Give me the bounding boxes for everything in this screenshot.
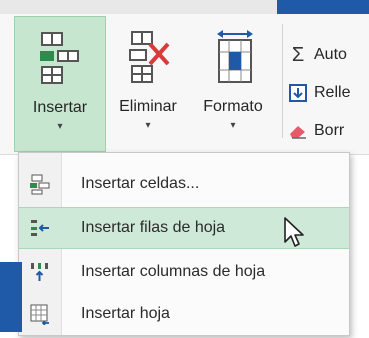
insert-cells-icon [40, 32, 79, 84]
autosum-icon: Σ [291, 43, 305, 66]
insert-sheet-icon [19, 293, 61, 335]
fill-label: Relle [314, 84, 351, 101]
fill-icon [288, 83, 308, 103]
menu-item-label: Insertar filas de hoja [81, 219, 226, 236]
chevron-down-icon: ▾ [145, 120, 151, 131]
format-button-label: Formato [203, 98, 263, 115]
insert-button[interactable]: Insertar ▾ [14, 16, 106, 152]
menu-item-label: Insertar celdas... [81, 175, 200, 192]
top-blue-bar [277, 0, 369, 14]
menu-item-label: Insertar columnas de hoja [81, 263, 266, 280]
clear-button[interactable]: Borr [288, 118, 344, 144]
sheet-edge-blue-block [0, 262, 22, 332]
chevron-down-icon: ▾ [230, 120, 236, 131]
insert-columns-icon [19, 251, 61, 293]
clear-icon [288, 121, 308, 141]
mouse-cursor-icon [284, 217, 304, 247]
insert-rows-icon [19, 207, 61, 249]
menu-item-insert-columns[interactable]: Insertar columnas de hoja [19, 251, 349, 293]
format-cells-icon [217, 30, 253, 83]
chevron-down-icon: ▾ [57, 121, 63, 132]
delete-button[interactable]: Eliminar ▾ [108, 16, 188, 152]
menu-item-label: Insertar hoja [81, 305, 170, 322]
insert-cells-icon [19, 163, 61, 205]
fill-button[interactable]: Relle [288, 80, 350, 106]
insert-button-label: Insertar [32, 99, 88, 116]
autosum-button[interactable]: Σ Auto [288, 42, 347, 68]
clear-label: Borr [314, 122, 345, 139]
format-button[interactable]: Formato ▾ [190, 16, 276, 152]
autosum-label: Auto [314, 46, 347, 63]
delete-button-label: Eliminar [119, 98, 177, 115]
ribbon-divider [282, 24, 283, 138]
delete-cells-icon [129, 31, 170, 83]
menu-item-insert-sheet[interactable]: Insertar hoja [19, 293, 349, 335]
menu-item-insert-cells[interactable]: Insertar celdas... [19, 163, 349, 205]
